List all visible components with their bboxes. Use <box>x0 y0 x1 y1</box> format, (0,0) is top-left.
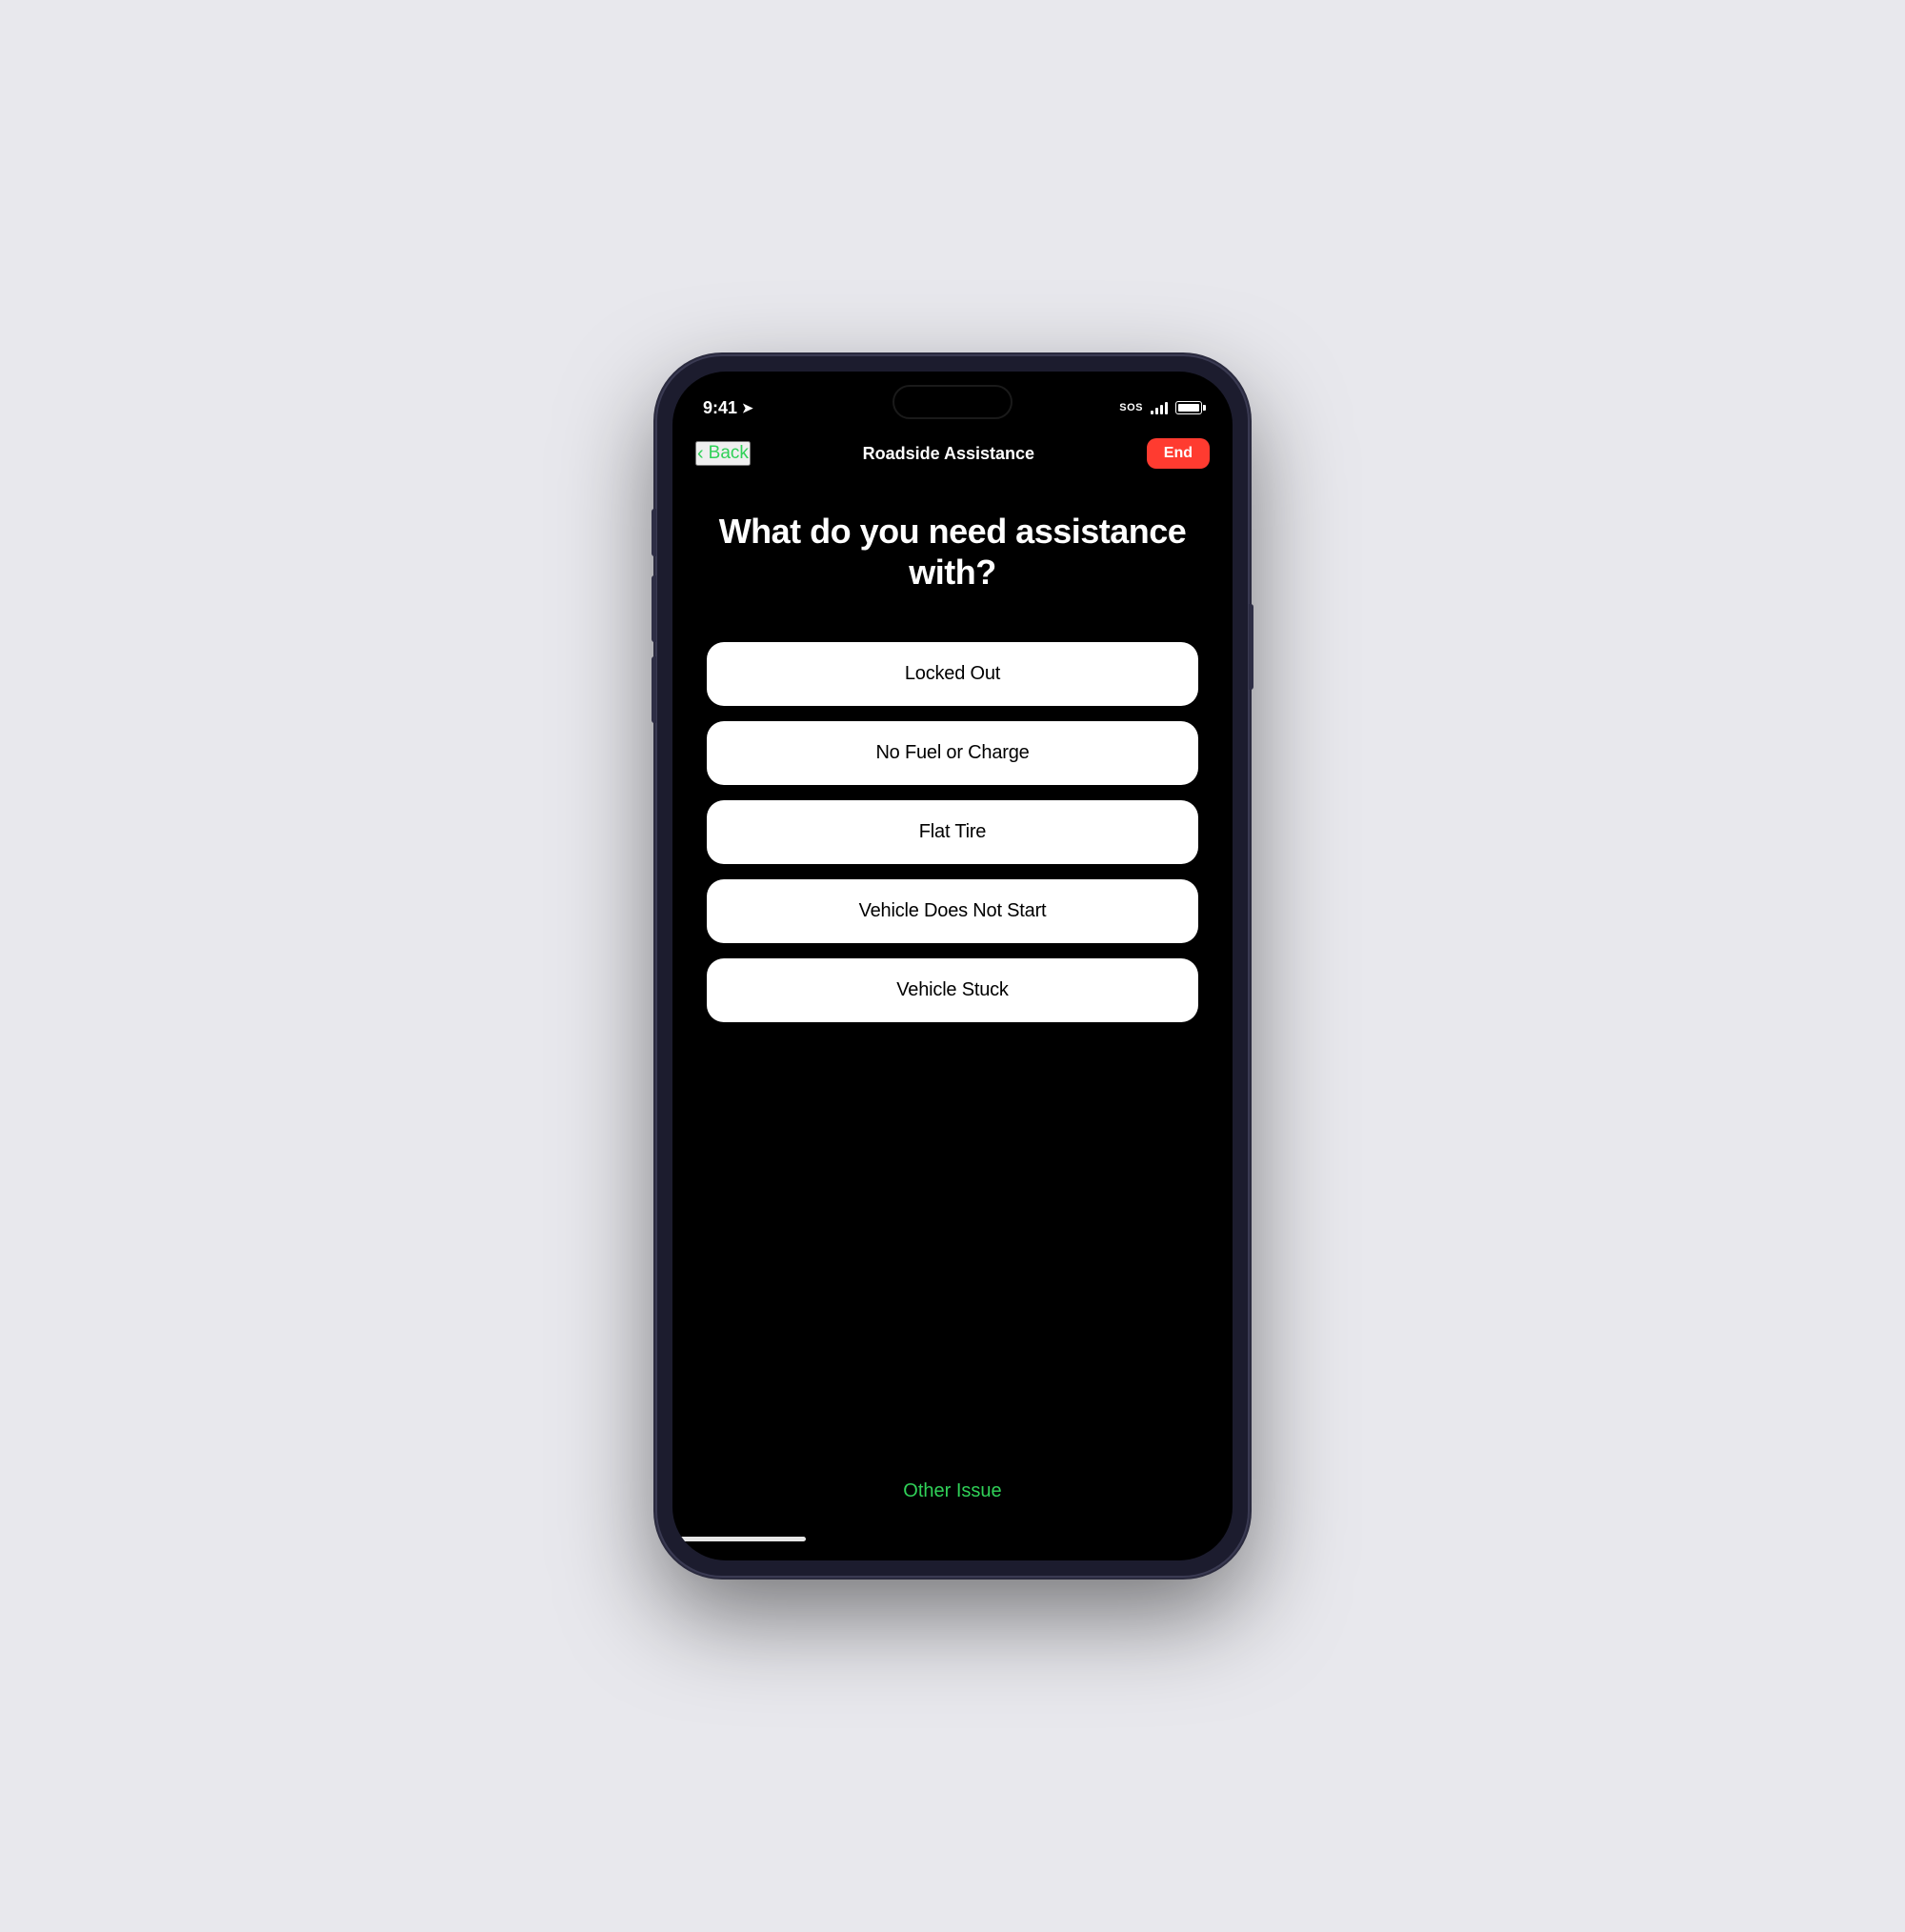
back-button[interactable]: ‹ Back <box>695 441 751 466</box>
volume-up-button[interactable] <box>652 575 656 642</box>
signal-icon <box>1151 401 1168 414</box>
other-issue-button[interactable]: Other Issue <box>903 1480 1001 1502</box>
phone-screen: 9:41 ➤ SOS ‹ Ba <box>672 372 1233 1560</box>
nav-bar: ‹ Back Roadside Assistance End <box>672 429 1233 482</box>
option-flat-tire-label: Flat Tire <box>919 821 986 842</box>
status-time: 9:41 ➤ <box>703 398 753 418</box>
location-arrow-icon: ➤ <box>742 400 753 416</box>
option-stuck-label: Vehicle Stuck <box>896 979 1008 1000</box>
main-content: What do you need assistance with? Locked… <box>672 482 1233 1537</box>
back-label: Back <box>709 443 749 464</box>
end-button[interactable]: End <box>1147 438 1210 469</box>
volume-down-button[interactable] <box>652 656 656 723</box>
status-right-group: SOS <box>1119 401 1202 414</box>
home-indicator <box>672 1537 806 1541</box>
power-button[interactable] <box>1249 604 1253 690</box>
option-flat-tire[interactable]: Flat Tire <box>707 800 1198 864</box>
option-stuck[interactable]: Vehicle Stuck <box>707 958 1198 1022</box>
nav-title: Roadside Assistance <box>863 444 1034 464</box>
options-list: Locked Out No Fuel or Charge Flat Tire V… <box>707 642 1198 1022</box>
battery-icon <box>1175 401 1202 414</box>
sos-label: SOS <box>1119 402 1143 413</box>
option-locked-out[interactable]: Locked Out <box>707 642 1198 706</box>
time-display: 9:41 <box>703 398 737 418</box>
option-no-fuel-label: No Fuel or Charge <box>875 742 1029 763</box>
option-no-start-label: Vehicle Does Not Start <box>859 900 1047 921</box>
back-chevron-icon: ‹ <box>697 444 704 463</box>
battery-fill <box>1178 404 1199 412</box>
option-no-fuel[interactable]: No Fuel or Charge <box>707 721 1198 785</box>
option-locked-out-label: Locked Out <box>905 663 1000 684</box>
option-no-start[interactable]: Vehicle Does Not Start <box>707 879 1198 943</box>
dynamic-island <box>892 385 1013 419</box>
main-question: What do you need assistance with? <box>707 511 1198 593</box>
phone-frame: 9:41 ➤ SOS ‹ Ba <box>657 356 1248 1576</box>
